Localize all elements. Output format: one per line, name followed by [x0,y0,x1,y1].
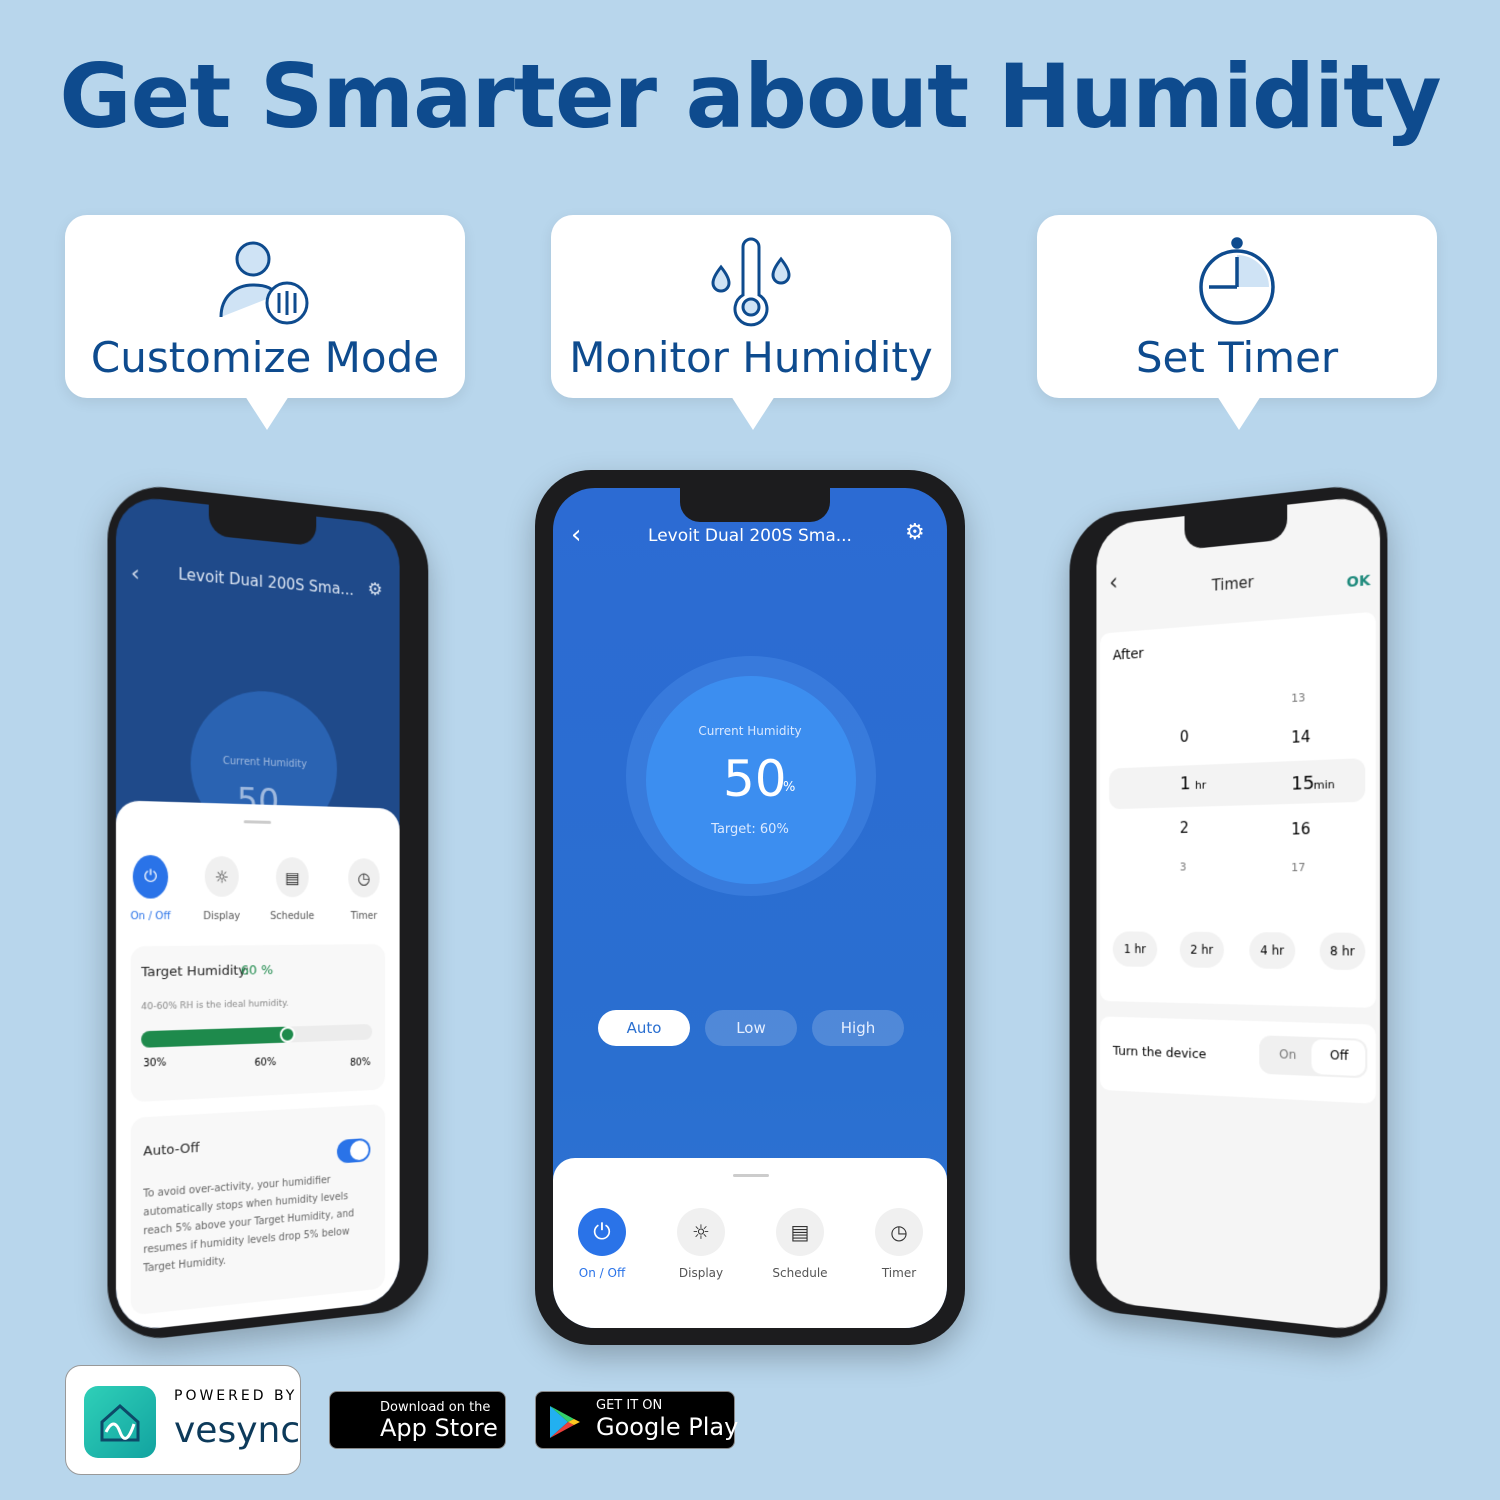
ok-button[interactable]: OK [1346,573,1370,592]
auto-off-panel: Auto-Off To avoid over-activity, your hu… [130,1103,386,1316]
turn-device-panel: Turn the device On Off [1100,1016,1376,1104]
on-off-segmented[interactable]: On Off [1259,1035,1368,1079]
user-gear-icon [219,241,309,325]
power-button[interactable]: ⏻ [578,1208,626,1256]
auto-off-toggle[interactable] [336,1137,371,1164]
feature-card-timer: Set Timer [1037,215,1437,430]
settings-gear-icon[interactable]: ⚙ [905,520,925,545]
display-button[interactable]: ☼ [204,855,239,897]
mode-high[interactable]: High [812,1010,904,1046]
left-phone: ‹ Levoit Dual 200S Sma... ⚙ Current Humi… [107,480,429,1345]
slider-thumb[interactable] [279,1026,295,1043]
mode-auto[interactable]: Auto [598,1010,690,1046]
preset-2hr[interactable]: 2 hr [1179,931,1224,969]
schedule-button[interactable]: ▤ [275,857,309,898]
feature-card-monitor: Monitor Humidity [551,215,951,430]
control-sheet: ⏻ ☼ ▤ ◷ On / Off Display Schedule Timer [553,1158,947,1328]
back-button[interactable]: ‹ [131,560,140,587]
control-sheet: ⏻ ☼ ▤ ◷ On / Off Display Schedule Timer … [115,800,400,1333]
google-play-button[interactable]: GET IT ON Google Play [535,1391,738,1449]
power-button[interactable]: ⏻ [132,854,169,899]
thermometer-drops-icon [711,237,791,327]
vesync-logo [84,1386,156,1458]
timer-icon [1199,237,1275,325]
app-store-button[interactable]: Download on the App Store [329,1391,506,1449]
vesync-badge: POWERED BY vesync [65,1365,301,1475]
preset-4hr[interactable]: 4 hr [1249,932,1296,970]
target-humidity-panel: Target Humidity: 60 % 40-60% RH is the i… [130,944,386,1103]
display-button[interactable]: ☼ [677,1208,725,1256]
feature-card-customize: Customize Mode [65,215,465,430]
target-humidity-slider[interactable] [141,1023,373,1048]
right-phone: ‹ Timer OK After 0 1 hr 2 3 13 14 15 min… [1069,481,1388,1344]
timer-picker-panel: After 0 1 hr 2 3 13 14 15 min 16 17 1 hr… [1100,611,1376,1008]
timer-button[interactable]: ◷ [348,858,380,898]
settings-gear-icon[interactable]: ⚙ [368,579,383,601]
schedule-button[interactable]: ▤ [776,1208,824,1256]
center-phone: ‹ Levoit Dual 200S Sma... ⚙ Current Humi… [535,470,965,1345]
google-play-icon [550,1406,580,1438]
timer-button[interactable]: ◷ [875,1208,923,1256]
mode-low[interactable]: Low [705,1010,797,1046]
preset-8hr[interactable]: 8 hr [1319,932,1366,971]
page-title: Get Smarter about Humidity [59,45,1441,148]
preset-1hr[interactable]: 1 hr [1112,931,1158,968]
